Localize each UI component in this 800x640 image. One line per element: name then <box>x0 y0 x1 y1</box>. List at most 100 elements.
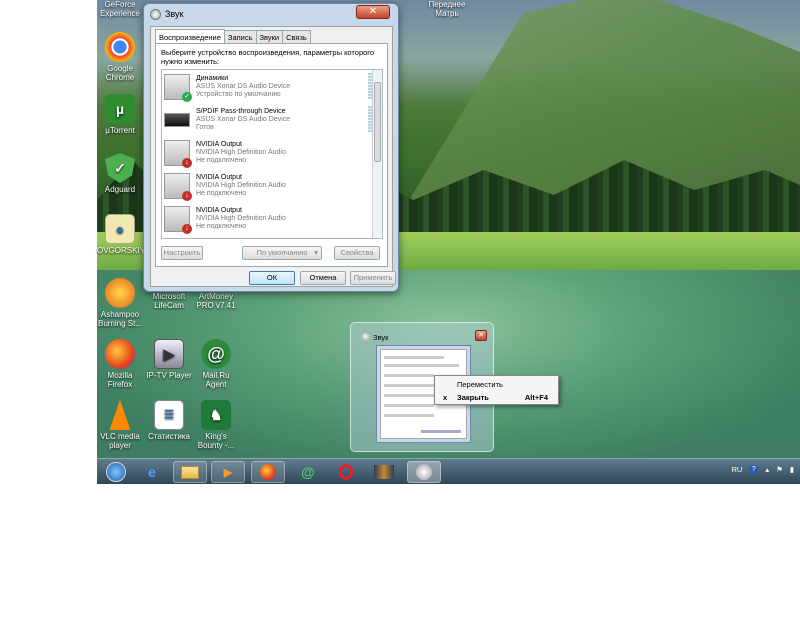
scrollbar-thumb[interactable] <box>374 82 381 162</box>
game-eye-icon <box>374 465 394 479</box>
taskbar-ie[interactable]: e <box>135 461 169 483</box>
set-default-label: По умолчанию <box>256 248 308 257</box>
desktop-icon-iptv[interactable]: ▶ IP-TV Player <box>146 339 192 380</box>
desktop-icon-top-right[interactable]: Переднее Матрь <box>424 0 470 18</box>
tab-sounds[interactable]: Звуки <box>255 30 284 44</box>
preview-line <box>384 384 434 387</box>
mailru-at-icon: @ <box>301 464 315 480</box>
tab-communications[interactable]: Связь <box>282 30 311 44</box>
language-indicator[interactable]: RU <box>732 465 743 474</box>
folder-icon <box>181 465 199 479</box>
set-default-button[interactable]: По умолчанию ▾ <box>242 246 322 260</box>
playback-tab-content: Выберите устройство воспроизведения, пар… <box>155 43 388 267</box>
start-button[interactable] <box>101 461 131 483</box>
desktop-icon-firefox[interactable]: Mozilla Firefox <box>97 339 143 389</box>
preview-line <box>384 404 434 407</box>
show-hidden-icons-icon[interactable]: ▴ <box>765 465 769 474</box>
desktop-icon-artmoney[interactable]: ArtMoney PRO v7.41 <box>193 292 239 310</box>
desktop-icon-ovgorskiy[interactable]: ● OVGORSKIY <box>97 214 146 255</box>
shield-icon: ✓ <box>105 153 135 183</box>
preview-close-button[interactable]: ✕ <box>475 330 487 341</box>
network-icon[interactable]: ▮ <box>790 465 794 474</box>
desktop-icon-utorrent[interactable]: µ µTorrent <box>97 94 143 135</box>
internet-explorer-icon: e <box>148 464 156 480</box>
desktop-icon-label: King's Bounty -... <box>197 432 235 450</box>
device-name: NVIDIA Output <box>196 206 242 214</box>
desktop-icon-label: Переднее Матрь <box>428 0 466 18</box>
window-title: Звук <box>165 9 184 19</box>
disconnected-icon: ↓ <box>182 157 192 168</box>
device-driver: NVIDIA High Definition Audio <box>196 181 286 189</box>
taskbar-media-player[interactable]: ▶ <box>211 461 245 483</box>
device-name: S/PDIF Pass-through Device <box>196 107 286 115</box>
device-item[interactable]: ✓ Динамики ASUS Xonar DS Audio Device Ус… <box>162 70 382 103</box>
griffin-icon: ♞ <box>201 400 231 430</box>
menu-item-close[interactable]: x Закрыть Alt+F4 <box>435 391 558 404</box>
taskbar-firefox[interactable] <box>251 461 285 483</box>
speaker-icon <box>361 332 370 341</box>
device-list: ✓ Динамики ASUS Xonar DS Audio Device Ус… <box>161 69 383 239</box>
menu-item-label: Переместить <box>457 380 503 389</box>
vlc-cone-icon <box>109 400 131 430</box>
device-status: Не подключено <box>196 189 247 197</box>
taskbar-opera[interactable] <box>329 461 363 483</box>
tab-playback[interactable]: Воспроизведение <box>155 29 225 44</box>
disconnected-icon: ↓ <box>182 190 192 201</box>
menu-item-shortcut: Alt+F4 <box>524 393 548 402</box>
desktop-icon-statistics[interactable]: ☰ Статистика <box>146 400 192 441</box>
flag-icon[interactable]: ⚑ <box>776 465 783 474</box>
dialog-body: Воспроизведение Запись Звуки Связь Выбер… <box>150 26 396 287</box>
device-name: NVIDIA Output <box>196 173 242 181</box>
cancel-button[interactable]: Отмена <box>300 271 346 285</box>
taskbar-explorer[interactable] <box>173 461 207 483</box>
device-item[interactable]: S/PDIF Pass-through Device ASUS Xonar DS… <box>162 103 382 136</box>
device-driver: NVIDIA High Definition Audio <box>196 148 286 156</box>
device-item[interactable]: ↓ NVIDIA Output NVIDIA High Definition A… <box>162 169 382 202</box>
taskbar-mailru-agent[interactable]: @ <box>291 461 325 483</box>
desktop-icon-label: Mozilla Firefox <box>107 371 133 389</box>
desktop-icon-ashampoo[interactable]: Ashampoo Burning St... <box>97 278 143 328</box>
desktop-icon-label: OVGORSKIY <box>97 246 146 255</box>
preview-title: Звук <box>373 333 389 342</box>
preview-line <box>384 374 434 377</box>
device-driver: ASUS Xonar DS Audio Device <box>196 82 291 90</box>
firefox-icon <box>105 339 135 369</box>
menu-item-move[interactable]: Переместить <box>435 378 558 391</box>
sound-dialog: Звук ✕ Воспроизведение Запись Звуки Связ… <box>143 3 399 292</box>
close-button[interactable]: ✕ <box>356 5 390 19</box>
device-status: Не подключено <box>196 222 247 230</box>
speaker-icon <box>150 8 161 20</box>
taskbar-sound-settings[interactable] <box>407 461 441 483</box>
taskbar-game[interactable] <box>367 461 401 483</box>
desktop-icon-geforce[interactable]: GeForce Experience <box>97 0 143 18</box>
desktop-icon-vlc[interactable]: VLC media player <box>97 400 143 450</box>
help-icon[interactable]: ? <box>749 465 759 474</box>
desktop-icon-lifecam[interactable]: Microsoft LifeCam <box>146 292 192 310</box>
menu-item-label: Закрыть <box>457 393 489 402</box>
device-driver: NVIDIA High Definition Audio <box>196 214 286 222</box>
apply-button[interactable]: Применить <box>350 271 396 285</box>
windows-orb-icon <box>106 462 126 482</box>
desktop-icon-mailru[interactable]: @ Mail.Ru Agent <box>193 339 239 389</box>
tab-recording[interactable]: Запись <box>223 30 257 44</box>
monitor-device-icon: ↓ <box>164 205 192 234</box>
default-check-icon: ✓ <box>182 91 192 102</box>
desktop-icon-kingsbounty[interactable]: ♞ King's Bounty -... <box>193 400 239 450</box>
device-item[interactable]: ↓ NVIDIA Output NVIDIA High Definition A… <box>162 136 382 169</box>
desktop-icon-label: Ashampoo Burning St... <box>97 310 143 328</box>
device-item[interactable]: ↓ NVIDIA Output NVIDIA High Definition A… <box>162 202 382 235</box>
utorrent-icon: µ <box>105 94 135 124</box>
system-tray: RU ? ▴ ⚑ ▮ <box>732 465 794 474</box>
device-list-scrollbar[interactable] <box>372 70 382 238</box>
preview-line <box>384 414 434 417</box>
ok-button[interactable]: ОК <box>249 271 295 285</box>
menu-item-mark: x <box>443 393 448 402</box>
preview-line <box>384 364 459 367</box>
desktop-icon-label: VLC media player <box>100 432 140 450</box>
properties-button[interactable]: Свойства <box>334 246 380 260</box>
desktop-icon-label: ArtMoney PRO v7.41 <box>196 292 236 310</box>
desktop-icon-chrome[interactable]: Google Chrome <box>97 32 143 82</box>
configure-button[interactable]: Настроить <box>161 246 203 260</box>
desktop-icon-adguard[interactable]: ✓ Adguard <box>97 153 143 194</box>
speaker-icon <box>416 464 432 480</box>
